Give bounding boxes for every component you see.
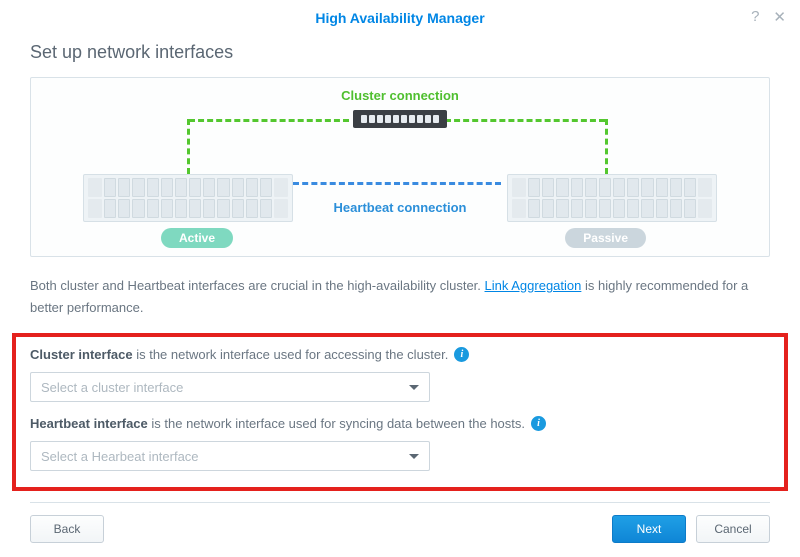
- page-title: Set up network interfaces: [30, 42, 770, 63]
- help-icon[interactable]: ?: [751, 8, 759, 26]
- network-diagram: Cluster connection Heartbeat connection …: [30, 77, 770, 257]
- content: Set up network interfaces Cluster connec…: [0, 36, 800, 491]
- passive-badge: Passive: [565, 228, 646, 248]
- cluster-connection-label: Cluster connection: [31, 88, 769, 103]
- info-icon[interactable]: i: [454, 347, 469, 362]
- active-badge: Active: [161, 228, 233, 248]
- heartbeat-interface-label: Heartbeat interface is the network inter…: [30, 416, 770, 431]
- window-title: High Availability Manager: [315, 10, 484, 26]
- heartbeat-line: [293, 182, 501, 185]
- info-icon[interactable]: i: [531, 416, 546, 431]
- close-icon[interactable]: ✕: [773, 8, 786, 26]
- titlebar: High Availability Manager ? ✕: [0, 0, 800, 36]
- cancel-button[interactable]: Cancel: [696, 515, 770, 543]
- heartbeat-label-bold: Heartbeat interface: [30, 416, 148, 431]
- link-aggregation-link[interactable]: Link Aggregation: [485, 278, 582, 293]
- cluster-line: [445, 119, 605, 122]
- network-switch-icon: [353, 110, 447, 128]
- cluster-line: [187, 119, 190, 174]
- cluster-interface-select[interactable]: Select a cluster interface: [30, 372, 430, 402]
- cluster-line: [189, 119, 349, 122]
- heartbeat-connection-label: Heartbeat connection: [31, 200, 769, 215]
- window-controls: ? ✕: [751, 8, 786, 26]
- heartbeat-interface-select[interactable]: Select a Hearbeat interface: [30, 441, 430, 471]
- cluster-label-rest: is the network interface used for access…: [133, 347, 449, 362]
- intro-pre: Both cluster and Heartbeat interfaces ar…: [30, 278, 485, 293]
- intro-text: Both cluster and Heartbeat interfaces ar…: [30, 275, 770, 319]
- back-button[interactable]: Back: [30, 515, 104, 543]
- cluster-label-bold: Cluster interface: [30, 347, 133, 362]
- interface-selection-highlight: Cluster interface is the network interfa…: [12, 333, 788, 491]
- heartbeat-label-rest: is the network interface used for syncin…: [148, 416, 525, 431]
- cluster-interface-label: Cluster interface is the network interfa…: [30, 347, 770, 362]
- next-button[interactable]: Next: [612, 515, 686, 543]
- cluster-line: [605, 119, 608, 174]
- cluster-select-placeholder: Select a cluster interface: [41, 380, 183, 395]
- chevron-down-icon: [409, 454, 419, 459]
- footer: Back Next Cancel: [30, 502, 770, 543]
- chevron-down-icon: [409, 385, 419, 390]
- heartbeat-select-placeholder: Select a Hearbeat interface: [41, 449, 199, 464]
